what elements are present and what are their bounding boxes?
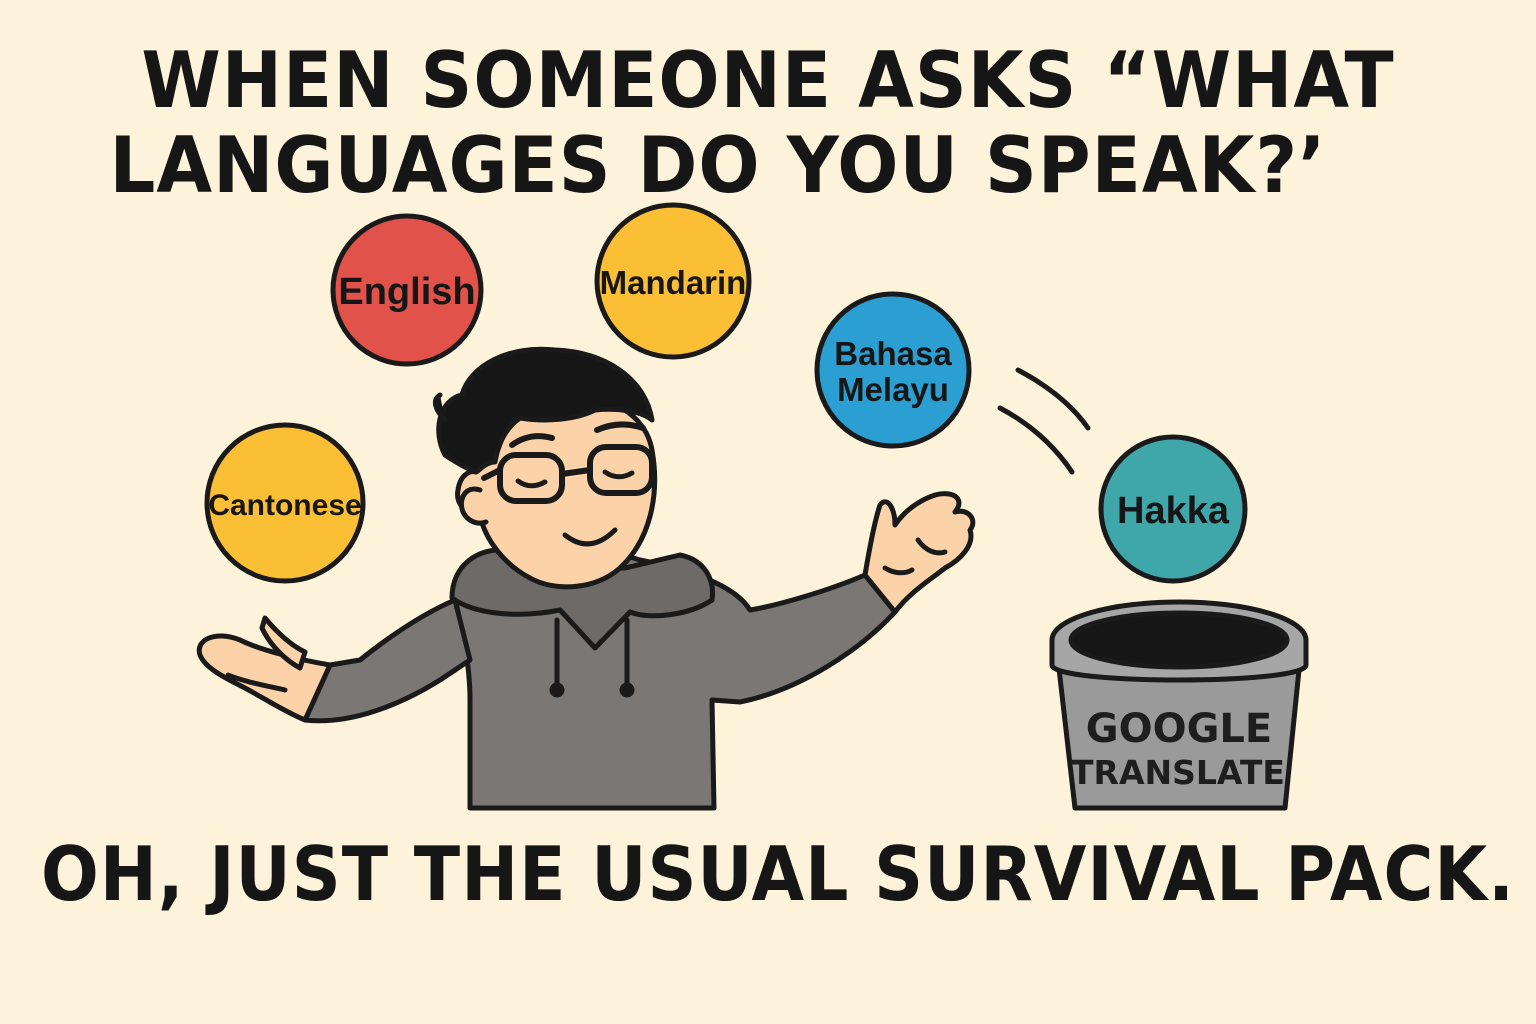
bubble-bahasa-melayu: Bahasa Melayu bbox=[814, 291, 972, 449]
bucket-label-line-2: TRANSLATE bbox=[1071, 753, 1285, 792]
right-hand bbox=[862, 491, 976, 615]
bubble-cantonese-label: Cantonese bbox=[208, 489, 361, 522]
bubble-english: English bbox=[330, 213, 484, 367]
bubble-bahasa-label-line-2: Melayu bbox=[837, 371, 949, 408]
left-hand bbox=[196, 633, 333, 723]
caption: OH, JUST THE USUAL SURVIVAL PACK. bbox=[41, 832, 1515, 919]
bubble-hakka: Hakka bbox=[1098, 434, 1248, 584]
bucket-label-line-1: GOOGLE bbox=[1086, 706, 1272, 752]
bubble-cantonese: Cantonese bbox=[204, 422, 366, 584]
bubble-mandarin-label: Mandarin bbox=[600, 264, 747, 301]
meme-canvas: WHEN SOMEONE ASKS “WHAT LANGUAGES DO YOU… bbox=[0, 0, 1536, 1024]
motion-lines bbox=[997, 367, 1091, 475]
bubble-bahasa-label-line-1: Bahasa bbox=[834, 335, 952, 372]
hoodie-left-sleeve bbox=[302, 597, 473, 724]
bubble-english-label: English bbox=[338, 271, 475, 313]
bubble-hakka-label: Hakka bbox=[1117, 490, 1230, 532]
bubble-mandarin: Mandarin bbox=[594, 202, 752, 360]
